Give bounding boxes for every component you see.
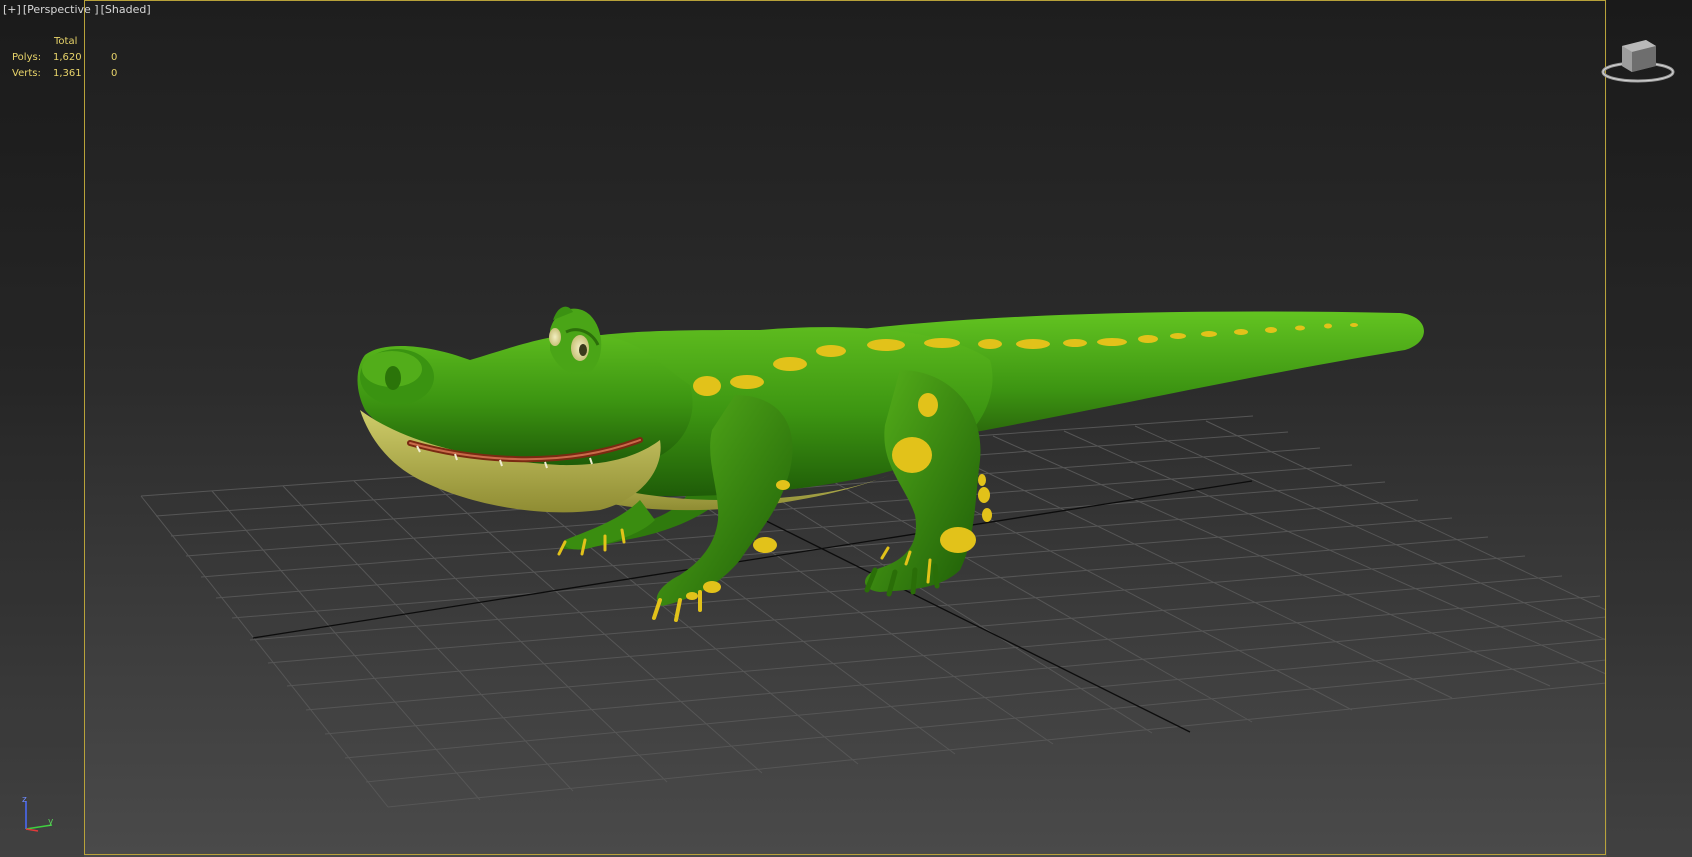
- stats-polys-selected: 0: [111, 51, 118, 63]
- viewport-shading-menu[interactable]: [Shaded]: [101, 3, 151, 16]
- stats-polys-total: 1,620: [53, 51, 82, 63]
- perspective-viewport[interactable]: [+] [Perspective ] [Shaded] Total Polys:…: [0, 0, 1692, 857]
- viewport-margin-right: [1607, 0, 1692, 857]
- axis-z-label: z: [22, 795, 27, 805]
- viewport-scene[interactable]: [0, 0, 1692, 857]
- stats-verts-selected: 0: [111, 67, 118, 79]
- stats-polys-label: Polys:: [12, 51, 42, 63]
- viewport-statistics: Total Polys: 1,620 0 Verts: 1,361 0: [12, 33, 131, 81]
- viewport-general-menu[interactable]: [+]: [3, 3, 21, 16]
- stats-verts-total: 1,361: [53, 67, 82, 79]
- stats-header-total: Total: [54, 35, 78, 47]
- viewport-point-of-view-menu[interactable]: [Perspective ]: [23, 3, 99, 16]
- axis-y-label: y: [48, 817, 54, 827]
- viewcube-icon[interactable]: [1600, 36, 1676, 86]
- viewport-label-menu[interactable]: [+] [Perspective ] [Shaded]: [3, 3, 151, 16]
- stats-verts-label: Verts:: [12, 67, 41, 79]
- viewport-margin-left: [0, 0, 84, 857]
- axis-tripod-icon: z y: [22, 795, 54, 832]
